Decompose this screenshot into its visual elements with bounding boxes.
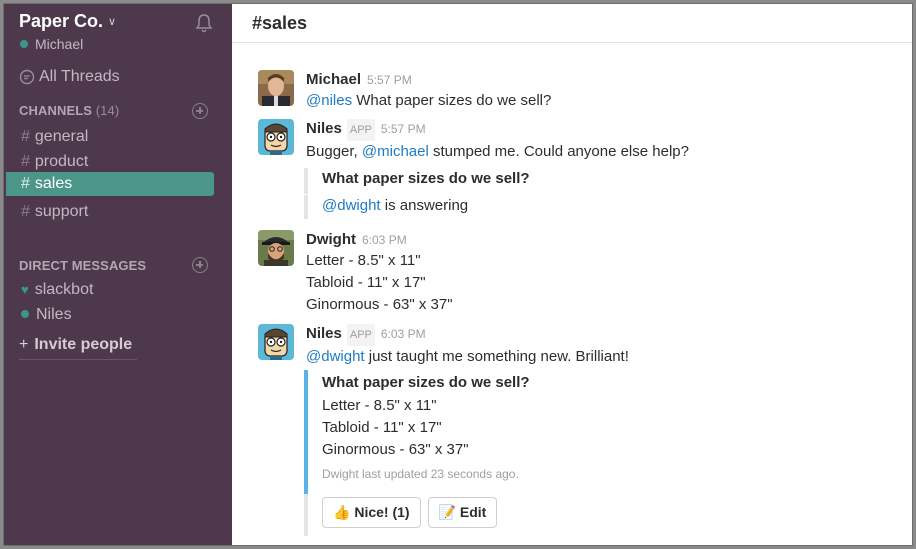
dm-label: Niles bbox=[36, 306, 72, 323]
avatar[interactable] bbox=[258, 324, 294, 360]
presence-dot-icon bbox=[21, 310, 29, 318]
message-text: @dwight just taught me something new. Br… bbox=[306, 346, 886, 368]
app-badge: APP bbox=[346, 119, 375, 141]
hash-icon: # bbox=[21, 153, 30, 170]
mention-link[interactable]: @dwight bbox=[322, 197, 381, 214]
message-timestamp[interactable]: 6:03 PM bbox=[381, 327, 426, 341]
message-pane: #sales Michael 5:57 PM @niles What paper … bbox=[232, 4, 912, 545]
all-threads-label: All Threads bbox=[39, 68, 120, 85]
answer-attachment: What paper sizes do we sell? Letter - 8.… bbox=[304, 370, 530, 494]
team-switcher[interactable]: Paper Co. ∨ bbox=[19, 11, 116, 32]
mention-link[interactable]: @niles bbox=[306, 92, 352, 109]
avatar-dwight-image bbox=[258, 230, 294, 266]
channel-title[interactable]: #sales bbox=[232, 4, 912, 43]
avatar-niles-image bbox=[258, 324, 294, 360]
message-text-post: stumped me. Could anyone else help? bbox=[428, 143, 689, 160]
hash-icon: # bbox=[21, 128, 30, 145]
sidebar-item-sales[interactable]: # sales bbox=[6, 172, 214, 196]
sidebar-item-niles[interactable]: Niles bbox=[21, 306, 72, 324]
attachment-actions: 👍 Nice! (1) 📝 Edit bbox=[304, 494, 504, 536]
message-line: Letter - 8.5" x 11" bbox=[306, 252, 421, 269]
current-user[interactable]: Michael bbox=[20, 36, 83, 52]
avatar[interactable] bbox=[258, 230, 294, 266]
sidebar-item-support[interactable]: # support bbox=[6, 200, 214, 224]
channel-label: product bbox=[34, 153, 89, 170]
message-author[interactable]: Michael bbox=[306, 71, 361, 88]
channels-count: (14) bbox=[95, 103, 120, 118]
avatar-michael-image bbox=[258, 70, 294, 106]
answer-line: Tabloid - 11" x 17" bbox=[322, 419, 442, 436]
message-author[interactable]: Niles bbox=[306, 120, 342, 137]
edit-button[interactable]: 📝 Edit bbox=[427, 497, 498, 528]
message-text: @niles What paper sizes do we sell? bbox=[306, 90, 886, 112]
nice-button[interactable]: 👍 Nice! (1) bbox=[322, 497, 421, 528]
hash-icon: # bbox=[21, 175, 30, 192]
avatar[interactable] bbox=[258, 119, 294, 155]
sidebar-item-slackbot[interactable]: ♥ slackbot bbox=[21, 281, 93, 299]
channel-label: general bbox=[34, 128, 89, 145]
answer-line: Ginormous - 63" x 37" bbox=[322, 441, 469, 458]
attachment-title: What paper sizes do we sell? bbox=[322, 374, 530, 391]
message-timestamp[interactable]: 5:57 PM bbox=[381, 122, 426, 136]
channels-header[interactable]: CHANNELS (14) bbox=[19, 103, 119, 118]
answer-status-attachment: @dwight is answering bbox=[304, 195, 468, 219]
attachment-title: What paper sizes do we sell? bbox=[322, 170, 530, 187]
message-text-body: What paper sizes do we sell? bbox=[352, 92, 552, 109]
memo-icon: 📝 bbox=[438, 504, 456, 520]
question-attachment: What paper sizes do we sell? bbox=[304, 168, 530, 194]
sidebar-item-general[interactable]: # general bbox=[6, 125, 214, 149]
team-name: Paper Co. bbox=[19, 11, 104, 31]
message-text: Bugger, @michael stumped me. Could anyon… bbox=[306, 141, 886, 163]
app-window: Paper Co. ∨ Michael All Threads CHANNELS … bbox=[3, 3, 913, 546]
hash-icon: # bbox=[21, 203, 30, 220]
avatar[interactable] bbox=[258, 70, 294, 106]
add-dm-icon[interactable] bbox=[192, 257, 208, 273]
bell-icon[interactable] bbox=[194, 13, 214, 35]
message-line: Tabloid - 11" x 17" bbox=[306, 274, 426, 291]
answer-status: @dwight is answering bbox=[322, 195, 468, 217]
message-author[interactable]: Dwight bbox=[306, 231, 356, 248]
add-channel-icon[interactable] bbox=[192, 103, 208, 119]
user-name: Michael bbox=[35, 36, 84, 52]
thumbs-up-icon: 👍 bbox=[333, 504, 351, 520]
all-threads-link[interactable]: All Threads bbox=[19, 68, 120, 86]
message-text-pre: Bugger, bbox=[306, 143, 362, 160]
channel-label: support bbox=[34, 203, 89, 220]
answer-status-text: is answering bbox=[380, 197, 469, 214]
attachment-footer: Dwight last updated 23 seconds ago. bbox=[322, 467, 519, 481]
sidebar-item-product[interactable]: # product bbox=[6, 150, 214, 174]
edit-button-label: Edit bbox=[459, 504, 487, 520]
message-author[interactable]: Niles bbox=[306, 325, 342, 342]
message-line: Ginormous - 63" x 37" bbox=[306, 296, 453, 313]
threads-icon bbox=[19, 69, 35, 85]
nice-button-label: Nice! (1) bbox=[354, 504, 410, 520]
heart-icon: ♥ bbox=[21, 282, 29, 297]
app-badge: APP bbox=[346, 324, 375, 346]
channels-label: CHANNELS bbox=[19, 103, 93, 118]
dm-label: DIRECT MESSAGES bbox=[19, 258, 147, 273]
direct-messages-header[interactable]: DIRECT MESSAGES bbox=[19, 258, 146, 273]
invite-label: Invite people bbox=[34, 336, 133, 353]
mention-link[interactable]: @michael bbox=[362, 143, 429, 160]
message-timestamp[interactable]: 6:03 PM bbox=[362, 233, 407, 247]
invite-people-link[interactable]: + Invite people bbox=[19, 336, 137, 360]
mention-link[interactable]: @dwight bbox=[306, 348, 365, 365]
sidebar: Paper Co. ∨ Michael All Threads CHANNELS … bbox=[4, 4, 232, 545]
channel-label: sales bbox=[34, 175, 73, 192]
chevron-down-icon: ∨ bbox=[108, 16, 117, 28]
presence-dot-icon bbox=[20, 40, 28, 48]
message-text-post: just taught me something new. Brilliant! bbox=[364, 348, 629, 365]
answer-line: Letter - 8.5" x 11" bbox=[322, 397, 437, 414]
dm-label: slackbot bbox=[34, 281, 94, 298]
plus-icon: + bbox=[19, 336, 29, 353]
avatar-niles-image bbox=[258, 119, 294, 155]
message-timestamp[interactable]: 5:57 PM bbox=[367, 73, 412, 87]
